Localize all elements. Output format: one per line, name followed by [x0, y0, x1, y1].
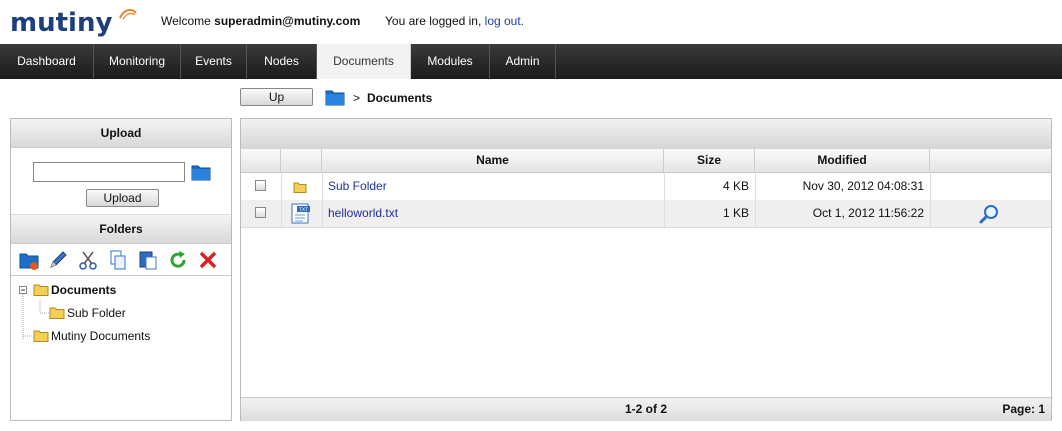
- tree-item-label: Sub Folder: [67, 306, 126, 320]
- logout-link[interactable]: log out.: [485, 14, 524, 28]
- text-file-icon: TXT: [291, 203, 310, 224]
- breadcrumb-separator: >: [353, 91, 361, 105]
- grid-header: Name Size Modified: [241, 149, 1051, 173]
- name-column-header[interactable]: Name: [322, 149, 664, 172]
- folder-icon: [33, 284, 49, 296]
- tab-documents[interactable]: Documents: [317, 44, 411, 79]
- login-status: You are logged in, log out.: [385, 14, 524, 28]
- column-divider: [930, 172, 931, 228]
- grid-bottom-line: [241, 227, 1051, 228]
- file-modified: Nov 30, 2012 04:08:31: [802, 179, 924, 193]
- column-divider: [755, 172, 756, 228]
- file-grid-panel: Name Size Modified Sub Folder 4 KB Nov 3…: [240, 118, 1052, 421]
- breadcrumb-current: Documents: [367, 91, 433, 105]
- file-size: 4 KB: [722, 179, 749, 193]
- left-panel: Upload Upload Folders Documents Sub Fold…: [10, 118, 232, 421]
- cut-scissors-icon[interactable]: [77, 249, 99, 271]
- logo-swoosh-icon: [119, 9, 137, 20]
- tab-dashboard[interactable]: Dashboard: [0, 44, 94, 79]
- row-checkbox[interactable]: [255, 207, 266, 218]
- new-folder-icon[interactable]: [18, 249, 40, 271]
- welcome-prefix: Welcome: [161, 14, 211, 28]
- tree-item-label: Documents: [51, 283, 117, 297]
- upload-area: Upload: [11, 148, 231, 214]
- tab-monitoring[interactable]: Monitoring: [94, 44, 181, 79]
- size-column-header[interactable]: Size: [664, 149, 755, 172]
- file-modified: Oct 1, 2012 11:56:22: [812, 206, 924, 220]
- file-name-cell: Sub Folder: [328, 173, 387, 200]
- browse-folder-icon[interactable]: [191, 164, 211, 181]
- delete-icon[interactable]: [197, 249, 219, 271]
- icon-column-header: [281, 149, 322, 172]
- tab-nodes[interactable]: Nodes: [247, 44, 317, 79]
- file-name-link[interactable]: Sub Folder: [328, 179, 387, 193]
- pager-text: 1-2 of 2: [624, 402, 667, 416]
- column-divider: [322, 172, 323, 228]
- folder-icon: [33, 330, 49, 342]
- welcome-text: Welcome superadmin@mutiny.com: [161, 14, 360, 28]
- file-name-link[interactable]: helloworld.txt: [328, 206, 398, 220]
- folder-toolbar: [11, 243, 231, 276]
- mutiny-logo[interactable]: mutiny: [10, 9, 112, 37]
- select-column-header: [241, 149, 281, 172]
- column-divider: [281, 172, 282, 228]
- copy-icon[interactable]: [107, 249, 129, 271]
- tree-item-label: Mutiny Documents: [51, 329, 151, 343]
- paste-icon[interactable]: [137, 249, 159, 271]
- header: mutiny Welcome superadmin@mutiny.com You…: [0, 0, 1062, 44]
- modified-column-header[interactable]: Modified: [755, 149, 930, 172]
- upload-file-input[interactable]: [33, 162, 185, 182]
- tab-modules[interactable]: Modules: [411, 44, 490, 79]
- file-name-cell: helloworld.txt: [328, 200, 398, 227]
- tab-events[interactable]: Events: [181, 44, 247, 79]
- logged-in-text: You are logged in,: [385, 14, 482, 28]
- upload-button[interactable]: Upload: [86, 189, 159, 207]
- grid-toolbar: [241, 119, 1051, 150]
- rename-pencil-icon[interactable]: [47, 249, 69, 271]
- refresh-icon[interactable]: [167, 249, 189, 271]
- tab-admin[interactable]: Admin: [490, 44, 556, 79]
- grid-footer: 1-2 of 2 Page: 1: [241, 397, 1051, 421]
- page-number: Page: 1: [1002, 402, 1045, 416]
- upload-title: Upload: [11, 119, 231, 148]
- main-nav: Dashboard Monitoring Events Nodes Docume…: [0, 44, 1062, 79]
- username: superadmin@mutiny.com: [214, 14, 361, 28]
- folder-icon: [49, 307, 65, 319]
- folders-title: Folders: [11, 214, 231, 244]
- up-button[interactable]: Up: [240, 88, 313, 106]
- folder-icon[interactable]: [325, 88, 345, 106]
- svg-text:TXT: TXT: [298, 207, 308, 213]
- preview-magnifier-icon[interactable]: [978, 203, 1000, 225]
- row-checkbox[interactable]: [255, 180, 266, 191]
- folder-icon: [293, 182, 307, 193]
- actions-column-header: [930, 149, 1051, 172]
- column-divider: [664, 172, 665, 228]
- file-size: 1 KB: [722, 206, 749, 220]
